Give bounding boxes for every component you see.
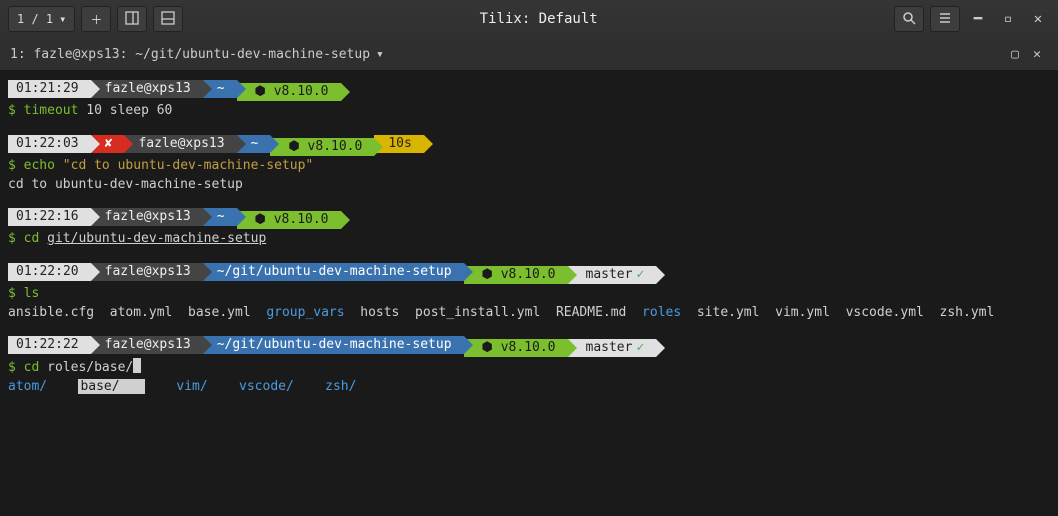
command-arg: roles/base/	[39, 360, 133, 375]
prompt-segment: 01:22:22	[8, 336, 91, 354]
ls-file: vim.yml	[775, 305, 830, 320]
command-line: $ cd git/ubuntu-dev-machine-setup	[8, 229, 1050, 249]
split-right-button[interactable]	[117, 6, 147, 32]
prompt-line: 01:22:16fazle@xps13~⬢ v8.10.0	[8, 208, 1050, 229]
completion-list: atom/ base/ vim/ vscode/ zsh/	[8, 378, 1050, 396]
plus-icon: ＋	[90, 11, 102, 28]
maximize-icon: ▫	[1004, 11, 1012, 27]
prompt-segment: fazle@xps13	[91, 208, 203, 226]
command-name: timeout	[24, 103, 79, 118]
close-icon: ✕	[1033, 47, 1041, 62]
prompt-symbol: $	[8, 103, 24, 118]
tab-label: 1: fazle@xps13: ~/git/ubuntu-dev-machine…	[10, 47, 370, 62]
prompt-block: 01:22:20fazle@xps13~/git/ubuntu-dev-mach…	[8, 263, 1050, 322]
minimize-icon: ━	[974, 11, 982, 27]
prompt-block: 01:22:22fazle@xps13~/git/ubuntu-dev-mach…	[8, 336, 1050, 396]
maximize-button[interactable]: ▫	[996, 7, 1020, 31]
completion-item: vim/	[176, 379, 207, 394]
command-name: echo	[24, 158, 55, 173]
tab-maximize-button[interactable]: ▢	[1004, 47, 1026, 62]
command-line: $ ls	[8, 284, 1050, 304]
prompt-line: 01:22:22fazle@xps13~/git/ubuntu-dev-mach…	[8, 336, 1050, 357]
sessions-label: 1 / 1	[17, 12, 53, 26]
prompt-line: 01:21:29fazle@xps13~⬢ v8.10.0	[8, 80, 1050, 101]
command-line: $ echo "cd to ubuntu-dev-machine-setup"	[8, 156, 1050, 176]
ls-file: site.yml	[697, 305, 760, 320]
command-arg: 10 sleep 60	[78, 103, 172, 118]
ls-dir: roles	[642, 305, 681, 320]
prompt-segment: ~/git/ubuntu-dev-machine-setup	[203, 263, 464, 281]
prompt-segment: 01:22:03	[8, 135, 91, 153]
prompt-symbol: $	[8, 231, 24, 246]
command-arg: git/ubuntu-dev-machine-setup	[47, 231, 266, 246]
titlebar: 1 / 1 ▾ ＋ Tilix: Default ━ ▫ ✕	[0, 0, 1058, 38]
prompt-segment: ~/git/ubuntu-dev-machine-setup	[203, 336, 464, 354]
prompt-line: 01:22:03✘fazle@xps13~⬢ v8.10.010s	[8, 135, 1050, 156]
completion-item: zsh/	[325, 379, 356, 394]
ls-file: atom.yml	[110, 305, 173, 320]
prompt-segment: ⬢ v8.10.0	[464, 266, 568, 284]
completion-selected: base/	[78, 379, 145, 394]
sessions-switcher[interactable]: 1 / 1 ▾	[8, 6, 75, 32]
split-right-icon	[125, 11, 139, 28]
prompt-segment: ⬢ v8.10.0	[270, 138, 374, 156]
hamburger-icon	[938, 11, 952, 28]
search-icon	[902, 11, 916, 28]
search-button[interactable]	[894, 6, 924, 32]
prompt-symbol: $	[8, 286, 24, 301]
ls-file: vscode.yml	[846, 305, 924, 320]
command-name: cd	[24, 231, 40, 246]
ls-file: base.yml	[188, 305, 251, 320]
tabbar: 1: fazle@xps13: ~/git/ubuntu-dev-machine…	[0, 38, 1058, 70]
terminal-tab[interactable]: 1: fazle@xps13: ~/git/ubuntu-dev-machine…	[10, 47, 384, 62]
command-arg: "cd to ubuntu-dev-machine-setup"	[63, 158, 313, 173]
prompt-segment: 01:21:29	[8, 80, 91, 98]
prompt-segment: 01:22:16	[8, 208, 91, 226]
command-line: $ timeout 10 sleep 60	[8, 101, 1050, 121]
tab-close-button[interactable]: ✕	[1026, 47, 1048, 62]
ls-file: post_install.yml	[415, 305, 540, 320]
prompt-segment: master✓	[568, 266, 657, 284]
prompt-block: 01:22:03✘fazle@xps13~⬢ v8.10.010s$ echo …	[8, 135, 1050, 194]
prompt-segment: fazle@xps13	[91, 336, 203, 354]
prompt-segment: fazle@xps13	[91, 263, 203, 281]
completion-item: vscode/	[239, 379, 294, 394]
command-output: cd to ubuntu-dev-machine-setup	[8, 176, 1050, 194]
minimize-button[interactable]: ━	[966, 7, 990, 31]
prompt-symbol: $	[8, 158, 24, 173]
prompt-block: 01:21:29fazle@xps13~⬢ v8.10.0$ timeout 1…	[8, 80, 1050, 121]
prompt-segment: master✓	[568, 339, 657, 357]
completion-item: atom/	[8, 379, 47, 394]
prompt-block: 01:22:16fazle@xps13~⬢ v8.10.0$ cd git/ub…	[8, 208, 1050, 249]
ls-file: hosts	[360, 305, 399, 320]
window-title: Tilix: Default	[183, 11, 894, 27]
ls-file: ansible.cfg	[8, 305, 94, 320]
command-name: ls	[24, 286, 40, 301]
prompt-segment: ⬢ v8.10.0	[237, 83, 341, 101]
menu-button[interactable]	[930, 6, 960, 32]
close-icon: ✕	[1034, 11, 1042, 27]
maximize-pane-icon: ▢	[1011, 47, 1019, 62]
chevron-down-icon: ▾	[376, 47, 384, 62]
prompt-symbol: $	[8, 360, 24, 375]
split-down-button[interactable]	[153, 6, 183, 32]
terminal-pane[interactable]: 01:21:29fazle@xps13~⬢ v8.10.0$ timeout 1…	[0, 70, 1058, 516]
ls-file: README.md	[556, 305, 626, 320]
close-button[interactable]: ✕	[1026, 7, 1050, 31]
new-session-button[interactable]: ＋	[81, 6, 111, 32]
prompt-segment: fazle@xps13	[91, 80, 203, 98]
prompt-segment: 01:22:20	[8, 263, 91, 281]
split-down-icon	[161, 11, 175, 28]
prompt-line: 01:22:20fazle@xps13~/git/ubuntu-dev-mach…	[8, 263, 1050, 284]
command-line: $ cd roles/base/	[8, 357, 1050, 378]
prompt-segment: ⬢ v8.10.0	[464, 339, 568, 357]
prompt-segment: fazle@xps13	[124, 135, 236, 153]
prompt-segment: ⬢ v8.10.0	[237, 211, 341, 229]
cursor	[133, 358, 141, 373]
ls-file: zsh.yml	[940, 305, 995, 320]
ls-dir: group_vars	[266, 305, 344, 320]
chevron-down-icon: ▾	[59, 12, 66, 26]
command-name: cd	[24, 360, 40, 375]
command-output: ansible.cfg atom.yml base.yml group_vars…	[8, 304, 1050, 322]
